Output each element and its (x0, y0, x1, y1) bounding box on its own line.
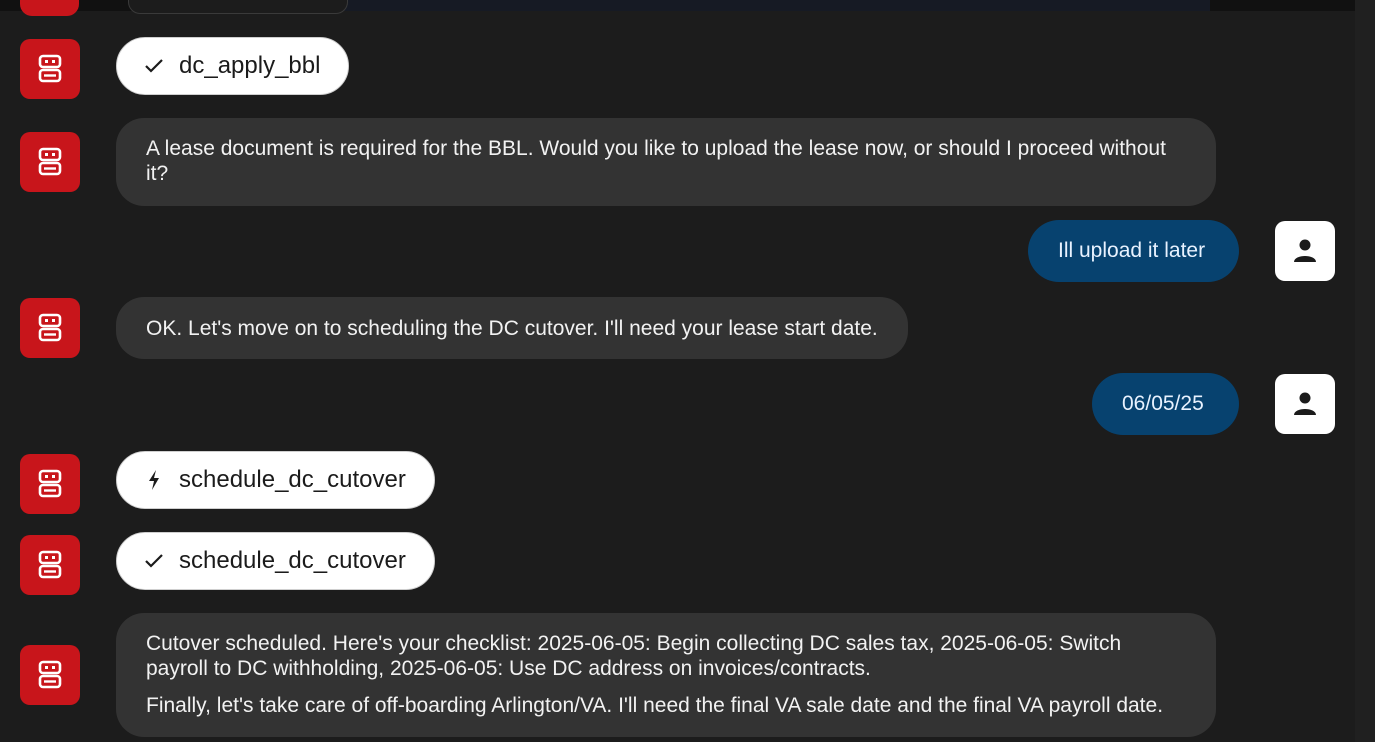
side-panel-edge (1355, 0, 1375, 742)
robot-icon (20, 39, 80, 99)
robot-avatar-clipped (20, 0, 79, 16)
person-icon (1275, 374, 1335, 434)
clipped-previous-message (0, 0, 1355, 16)
person-icon (1275, 221, 1335, 281)
robot-face-glyph (38, 54, 62, 83)
bot-message: OK. Let's move on to scheduling the DC c… (116, 297, 908, 359)
tool-call-running-pill[interactable]: schedule_dc_cutover (116, 451, 435, 509)
user-message: Ill upload it later (1028, 220, 1239, 282)
chat-window: dc_apply_bbl A lease document is require… (0, 0, 1375, 742)
checkmark-icon (143, 58, 165, 74)
bot-message-text: OK. Let's move on to scheduling the DC c… (146, 316, 878, 340)
user-message: 06/05/25 (1092, 373, 1239, 435)
bot-message: A lease document is required for the BBL… (116, 118, 1216, 206)
tool-name: schedule_dc_cutover (179, 466, 406, 493)
bot-message: Cutover scheduled. Here's your checklist… (116, 613, 1216, 737)
tool-call-complete-pill[interactable]: dc_apply_bbl (116, 37, 350, 95)
robot-icon (20, 645, 80, 705)
bot-message-paragraph: Cutover scheduled. Here's your checklist… (146, 632, 1122, 680)
robot-icon (20, 298, 80, 358)
robot-icon (20, 132, 80, 192)
bolt-icon (143, 469, 165, 491)
robot-icon (20, 535, 80, 595)
checkmark-icon (143, 553, 165, 569)
bot-message-text: A lease document is required for the BBL… (146, 137, 1166, 185)
user-message-text: Ill upload it later (1058, 239, 1206, 262)
tool-pill-clipped (128, 0, 348, 14)
tool-name: dc_apply_bbl (179, 52, 321, 79)
bot-message-paragraph: Finally, let's take care of off-boarding… (146, 694, 1164, 717)
robot-icon (20, 454, 80, 514)
tool-name: schedule_dc_cutover (179, 547, 406, 574)
tool-call-complete-pill[interactable]: schedule_dc_cutover (116, 532, 435, 590)
user-message-text: 06/05/25 (1122, 392, 1204, 415)
